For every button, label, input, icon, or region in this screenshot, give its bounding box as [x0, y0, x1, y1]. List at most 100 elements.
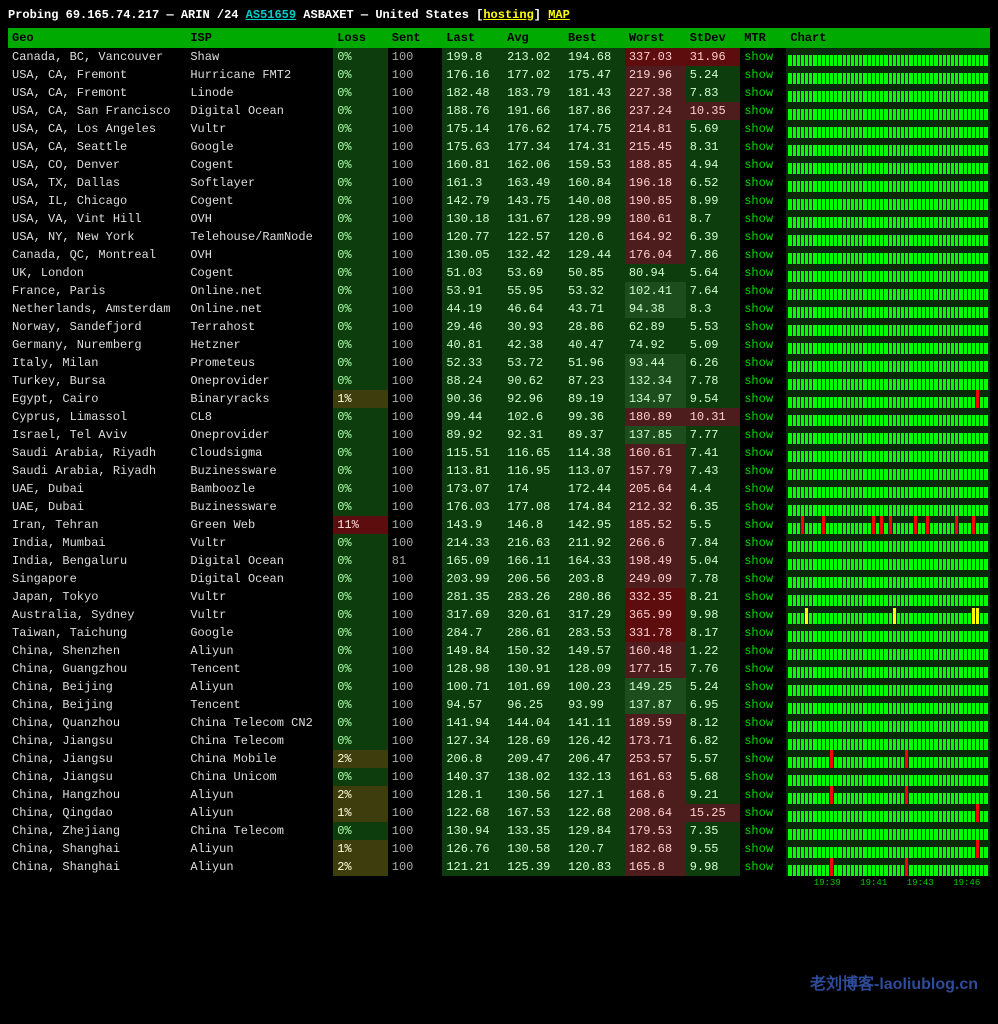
mtr-show-link[interactable]: show	[740, 660, 786, 678]
chart-cell	[786, 426, 990, 444]
mtr-show-link[interactable]: show	[740, 264, 786, 282]
mtr-show-link[interactable]: show	[740, 138, 786, 156]
geo-cell: USA, IL, Chicago	[8, 192, 186, 210]
mtr-show-link[interactable]: show	[740, 408, 786, 426]
mtr-show-link[interactable]: show	[740, 786, 786, 804]
asn-link[interactable]: AS51659	[246, 8, 296, 22]
col-sent[interactable]: Sent	[388, 28, 443, 48]
loss-cell: 0%	[333, 732, 388, 750]
worst-cell: 176.04	[625, 246, 686, 264]
isp-cell: China Mobile	[186, 750, 333, 768]
stdev-cell: 6.52	[686, 174, 741, 192]
loss-cell: 0%	[333, 642, 388, 660]
stdev-cell: 7.78	[686, 372, 741, 390]
mtr-show-link[interactable]: show	[740, 498, 786, 516]
col-stdev[interactable]: StDev	[686, 28, 741, 48]
mtr-show-link[interactable]: show	[740, 858, 786, 876]
mtr-show-link[interactable]: show	[740, 516, 786, 534]
avg-cell: 125.39	[503, 858, 564, 876]
mtr-show-link[interactable]: show	[740, 426, 786, 444]
last-cell: 127.34	[442, 732, 503, 750]
isp-cell: CL8	[186, 408, 333, 426]
worst-cell: 227.38	[625, 84, 686, 102]
mtr-show-link[interactable]: show	[740, 174, 786, 192]
mtr-show-link[interactable]: show	[740, 84, 786, 102]
col-geo[interactable]: Geo	[8, 28, 186, 48]
probe-header: Probing 69.165.74.217 — ARIN /24 AS51659…	[8, 8, 990, 22]
worst-cell: 157.79	[625, 462, 686, 480]
sent-cell: 100	[388, 246, 443, 264]
best-cell: 114.38	[564, 444, 625, 462]
mtr-show-link[interactable]: show	[740, 606, 786, 624]
mtr-show-link[interactable]: show	[740, 300, 786, 318]
chart-cell	[786, 210, 990, 228]
mtr-show-link[interactable]: show	[740, 588, 786, 606]
mtr-show-link[interactable]: show	[740, 534, 786, 552]
avg-cell: 132.42	[503, 246, 564, 264]
col-best[interactable]: Best	[564, 28, 625, 48]
mtr-show-link[interactable]: show	[740, 804, 786, 822]
sent-cell: 100	[388, 390, 443, 408]
loss-cell: 0%	[333, 336, 388, 354]
mtr-show-link[interactable]: show	[740, 390, 786, 408]
col-isp[interactable]: ISP	[186, 28, 333, 48]
last-cell: 126.76	[442, 840, 503, 858]
stdev-cell: 7.86	[686, 246, 741, 264]
col-avg[interactable]: Avg	[503, 28, 564, 48]
mtr-show-link[interactable]: show	[740, 336, 786, 354]
avg-cell: 216.63	[503, 534, 564, 552]
avg-cell: 177.34	[503, 138, 564, 156]
map-link[interactable]: MAP	[548, 8, 570, 22]
sent-cell: 100	[388, 462, 443, 480]
mtr-show-link[interactable]: show	[740, 768, 786, 786]
mtr-show-link[interactable]: show	[740, 228, 786, 246]
mtr-show-link[interactable]: show	[740, 66, 786, 84]
mtr-show-link[interactable]: show	[740, 246, 786, 264]
isp-cell: Aliyun	[186, 858, 333, 876]
mtr-show-link[interactable]: show	[740, 732, 786, 750]
loss-cell: 0%	[333, 588, 388, 606]
col-loss[interactable]: Loss	[333, 28, 388, 48]
mtr-show-link[interactable]: show	[740, 462, 786, 480]
mtr-show-link[interactable]: show	[740, 642, 786, 660]
col-mtr[interactable]: MTR	[740, 28, 786, 48]
mtr-show-link[interactable]: show	[740, 282, 786, 300]
mtr-show-link[interactable]: show	[740, 48, 786, 66]
col-worst[interactable]: Worst	[625, 28, 686, 48]
mtr-show-link[interactable]: show	[740, 318, 786, 336]
mtr-show-link[interactable]: show	[740, 552, 786, 570]
col-last[interactable]: Last	[442, 28, 503, 48]
isp-cell: Softlayer	[186, 174, 333, 192]
best-cell: 132.13	[564, 768, 625, 786]
mtr-show-link[interactable]: show	[740, 840, 786, 858]
loss-cell: 0%	[333, 462, 388, 480]
avg-cell: 143.75	[503, 192, 564, 210]
mtr-show-link[interactable]: show	[740, 624, 786, 642]
table-row: Norway, SandefjordTerrahost0%10029.4630.…	[8, 318, 990, 336]
worst-cell: 168.6	[625, 786, 686, 804]
mtr-show-link[interactable]: show	[740, 678, 786, 696]
mtr-show-link[interactable]: show	[740, 120, 786, 138]
mtr-show-link[interactable]: show	[740, 822, 786, 840]
mtr-show-link[interactable]: show	[740, 570, 786, 588]
mtr-show-link[interactable]: show	[740, 156, 786, 174]
mtr-show-link[interactable]: show	[740, 102, 786, 120]
col-chart[interactable]: Chart	[786, 28, 990, 48]
last-cell: 40.81	[442, 336, 503, 354]
mtr-show-link[interactable]: show	[740, 444, 786, 462]
mtr-show-link[interactable]: show	[740, 480, 786, 498]
mtr-show-link[interactable]: show	[740, 354, 786, 372]
chart-cell	[786, 336, 990, 354]
hosting-tag[interactable]: hosting	[483, 8, 533, 22]
isp-cell: Cloudsigma	[186, 444, 333, 462]
chart-cell	[786, 588, 990, 606]
last-cell: 53.91	[442, 282, 503, 300]
mtr-show-link[interactable]: show	[740, 210, 786, 228]
mtr-show-link[interactable]: show	[740, 372, 786, 390]
sent-cell: 100	[388, 264, 443, 282]
mtr-show-link[interactable]: show	[740, 750, 786, 768]
loss-cell: 1%	[333, 390, 388, 408]
mtr-show-link[interactable]: show	[740, 696, 786, 714]
mtr-show-link[interactable]: show	[740, 192, 786, 210]
mtr-show-link[interactable]: show	[740, 714, 786, 732]
